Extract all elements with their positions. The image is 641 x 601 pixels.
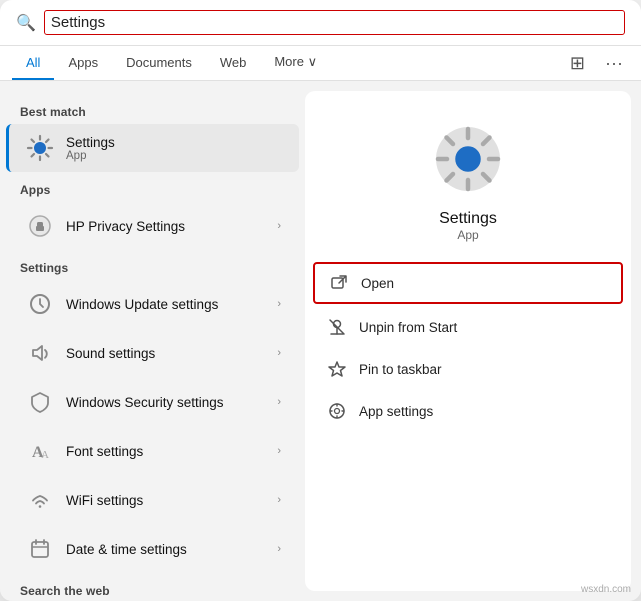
tab-apps[interactable]: Apps (54, 47, 112, 80)
windows-update-icon (24, 288, 56, 320)
unpin-start-label: Unpin from Start (359, 320, 457, 335)
search-icon: 🔍 (16, 13, 36, 33)
hp-privacy-chevron: › (277, 220, 281, 232)
pin-taskbar-action[interactable]: Pin to taskbar (305, 348, 631, 390)
tab-web[interactable]: Web (206, 47, 261, 80)
font-title: Font settings (66, 444, 277, 459)
wifi-settings[interactable]: WiFi settings › (6, 476, 299, 524)
hp-privacy-text: HP Privacy Settings (66, 219, 277, 234)
open-icon (329, 273, 349, 293)
font-text: Font settings (66, 444, 277, 459)
sound-title: Sound settings (66, 346, 277, 361)
best-match-label: Best match (0, 95, 305, 123)
search-window: 🔍 All Apps Documents Web More ∨ ⊞ ··· Be… (0, 0, 641, 601)
right-app-type: App (457, 228, 478, 242)
tab-all[interactable]: All (12, 47, 54, 80)
hp-privacy-title: HP Privacy Settings (66, 219, 277, 234)
best-match-settings[interactable]: Settings App (6, 124, 299, 172)
search-web-label: Search the web (0, 574, 305, 601)
font-chevron: › (277, 445, 281, 457)
windows-security-settings[interactable]: Windows Security settings › (6, 378, 299, 426)
search-input[interactable] (44, 10, 625, 35)
windows-update-title: Windows Update settings (66, 297, 277, 312)
datetime-title: Date & time settings (66, 542, 277, 557)
pin-taskbar-label: Pin to taskbar (359, 362, 442, 377)
sound-text: Sound settings (66, 346, 277, 361)
best-match-text: Settings App (66, 135, 281, 162)
font-settings[interactable]: AA Font settings › (6, 427, 299, 475)
right-app-header: Settings App (305, 91, 631, 260)
datetime-icon (24, 533, 56, 565)
left-panel: Best match (0, 81, 305, 601)
search-bar: 🔍 (0, 0, 641, 46)
settings-large-icon (432, 123, 504, 200)
svg-text:A: A (41, 449, 49, 461)
sound-icon (24, 337, 56, 369)
windows-update-text: Windows Update settings (66, 297, 277, 312)
windows-security-text: Windows Security settings (66, 395, 277, 410)
app-settings-label: App settings (359, 404, 433, 419)
settings-section-label: Settings (0, 251, 305, 279)
app-settings-action[interactable]: App settings (305, 390, 631, 432)
hp-privacy-icon (24, 210, 56, 242)
datetime-text: Date & time settings (66, 542, 277, 557)
nav-tabs: All Apps Documents Web More ∨ ⊞ ··· (0, 46, 641, 81)
wifi-text: WiFi settings (66, 493, 277, 508)
best-match-subtitle: App (66, 150, 281, 162)
right-actions: Open Unpin from Start (305, 260, 631, 432)
datetime-chevron: › (277, 543, 281, 555)
windows-update-chevron: › (277, 298, 281, 310)
main-body: Best match (0, 81, 641, 601)
unpin-start-icon (327, 317, 347, 337)
open-action[interactable]: Open (313, 262, 623, 304)
sound-chevron: › (277, 347, 281, 359)
nav-more-icon[interactable]: ··· (599, 49, 629, 78)
pin-taskbar-icon (327, 359, 347, 379)
tab-documents[interactable]: Documents (112, 47, 206, 80)
hp-privacy-settings[interactable]: HP Privacy Settings › (6, 202, 299, 250)
unpin-start-action[interactable]: Unpin from Start (305, 306, 631, 348)
nav-grid-icon[interactable]: ⊞ (564, 49, 591, 78)
tab-more[interactable]: More ∨ (260, 46, 331, 80)
windows-security-icon (24, 386, 56, 418)
datetime-settings[interactable]: Date & time settings › (6, 525, 299, 573)
windows-update-settings[interactable]: Windows Update settings › (6, 280, 299, 328)
sound-settings[interactable]: Sound settings › (6, 329, 299, 377)
windows-security-title: Windows Security settings (66, 395, 277, 410)
settings-app-icon (24, 132, 56, 164)
best-match-title: Settings (66, 135, 281, 150)
app-settings-icon (327, 401, 347, 421)
apps-label: Apps (0, 173, 305, 201)
right-panel: Settings App Open (305, 91, 631, 591)
open-label: Open (361, 276, 394, 291)
wifi-chevron: › (277, 494, 281, 506)
windows-security-chevron: › (277, 396, 281, 408)
wifi-title: WiFi settings (66, 493, 277, 508)
wifi-icon (24, 484, 56, 516)
right-app-name: Settings (439, 210, 497, 228)
font-icon: AA (24, 435, 56, 467)
